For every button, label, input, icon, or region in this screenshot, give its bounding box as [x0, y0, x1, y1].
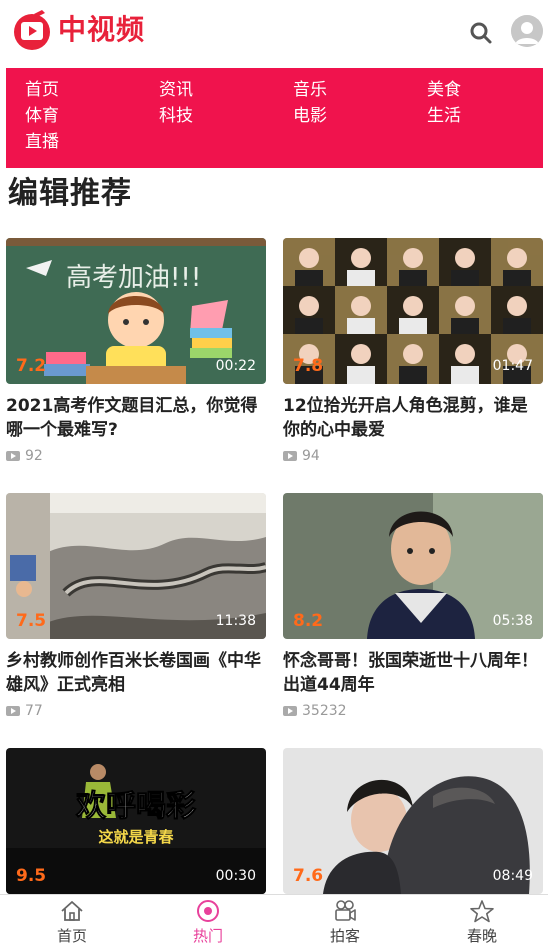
video-thumbnail[interactable]: 7.8 01:47 [283, 238, 543, 384]
star-icon [470, 900, 494, 923]
search-icon [470, 22, 492, 44]
video-title[interactable]: 怀念哥哥！张国荣逝世十八周年！出道44周年 [283, 649, 543, 697]
chalk-text: 高考加油!!! [66, 263, 201, 293]
video-play-icon [283, 451, 297, 461]
bottom-nav: 首页 热门 拍客 春晚 [0, 894, 548, 944]
tab-label: 热门 [192, 927, 223, 944]
video-play-icon [283, 706, 297, 716]
video-play-icon [6, 451, 20, 461]
video-thumbnail[interactable]: 7.6 08:49 [283, 748, 543, 894]
view-count: 94 [283, 448, 320, 464]
section-title: 编辑推荐 [8, 176, 132, 211]
category-life[interactable]: 生活 [427, 104, 461, 128]
category-live[interactable]: 直播 [25, 130, 59, 154]
video-duration: 11:38 [215, 613, 256, 629]
tab-vlog[interactable]: 拍客 [305, 895, 385, 944]
video-score: 7.2 [16, 356, 47, 376]
video-score: 9.5 [16, 866, 47, 886]
video-score: 7.6 [293, 866, 324, 886]
logo-icon [12, 8, 52, 52]
overlay-headline: 欢呼喝彩 [75, 789, 196, 824]
logo-text: 中视频 [58, 13, 146, 46]
view-count: 92 [6, 448, 43, 464]
user-icon [511, 15, 543, 47]
tab-gala[interactable]: 春晚 [442, 895, 522, 944]
view-count: 77 [6, 703, 43, 719]
tab-label: 拍客 [329, 927, 360, 944]
video-duration: 08:49 [492, 868, 533, 884]
video-title[interactable]: 乡村教师创作百米长卷国画《中华雄风》正式亮相 [6, 649, 266, 697]
user-avatar[interactable] [511, 15, 543, 47]
view-count-value: 77 [25, 703, 43, 719]
view-count: 35232 [283, 703, 347, 719]
category-news[interactable]: 资讯 [159, 78, 193, 102]
hot-icon [197, 900, 219, 922]
video-duration: 00:22 [215, 358, 256, 374]
category-food[interactable]: 美食 [427, 78, 461, 102]
tab-label: 首页 [56, 927, 87, 944]
category-sports[interactable]: 体育 [25, 104, 59, 128]
video-thumbnail[interactable]: 高考加油!!! 7.2 00:22 [6, 238, 266, 384]
video-title[interactable]: 12位拾光开启人角色混剪，谁是你的心中最爱 [283, 394, 543, 442]
app-logo[interactable]: 中视频 [12, 8, 145, 52]
video-duration: 00:30 [215, 868, 256, 884]
video-duration: 05:38 [492, 613, 533, 629]
home-icon [61, 901, 83, 921]
camera-icon [335, 900, 356, 921]
view-count-value: 35232 [302, 703, 347, 719]
video-score: 7.5 [16, 611, 47, 631]
video-thumbnail[interactable]: 8.2 05:38 [283, 493, 543, 639]
tab-home[interactable]: 首页 [32, 895, 112, 944]
video-duration: 01:47 [492, 358, 533, 374]
video-title[interactable]: 2021高考作文题目汇总，你觉得哪一个最难写? [6, 394, 266, 442]
tab-label: 春晚 [466, 927, 497, 944]
view-count-value: 92 [25, 448, 43, 464]
category-tech[interactable]: 科技 [159, 104, 193, 128]
tab-hot[interactable]: 热门 [168, 895, 248, 944]
category-music[interactable]: 音乐 [293, 78, 327, 102]
video-score: 7.8 [293, 356, 324, 376]
category-nav: 首页 资讯 音乐 美食 体育 科技 电影 生活 直播 [6, 68, 543, 168]
app-header: 中视频 [0, 0, 548, 64]
category-movies[interactable]: 电影 [293, 104, 327, 128]
video-play-icon [6, 706, 20, 716]
video-thumbnail[interactable]: 欢呼喝彩 这就是青春 9.5 00:30 [6, 748, 266, 894]
category-home[interactable]: 首页 [25, 78, 59, 102]
video-score: 8.2 [293, 611, 324, 631]
view-count-value: 94 [302, 448, 320, 464]
search-button[interactable] [468, 20, 494, 46]
overlay-subline: 这就是青春 [98, 828, 173, 846]
video-thumbnail[interactable]: 7.5 11:38 [6, 493, 266, 639]
